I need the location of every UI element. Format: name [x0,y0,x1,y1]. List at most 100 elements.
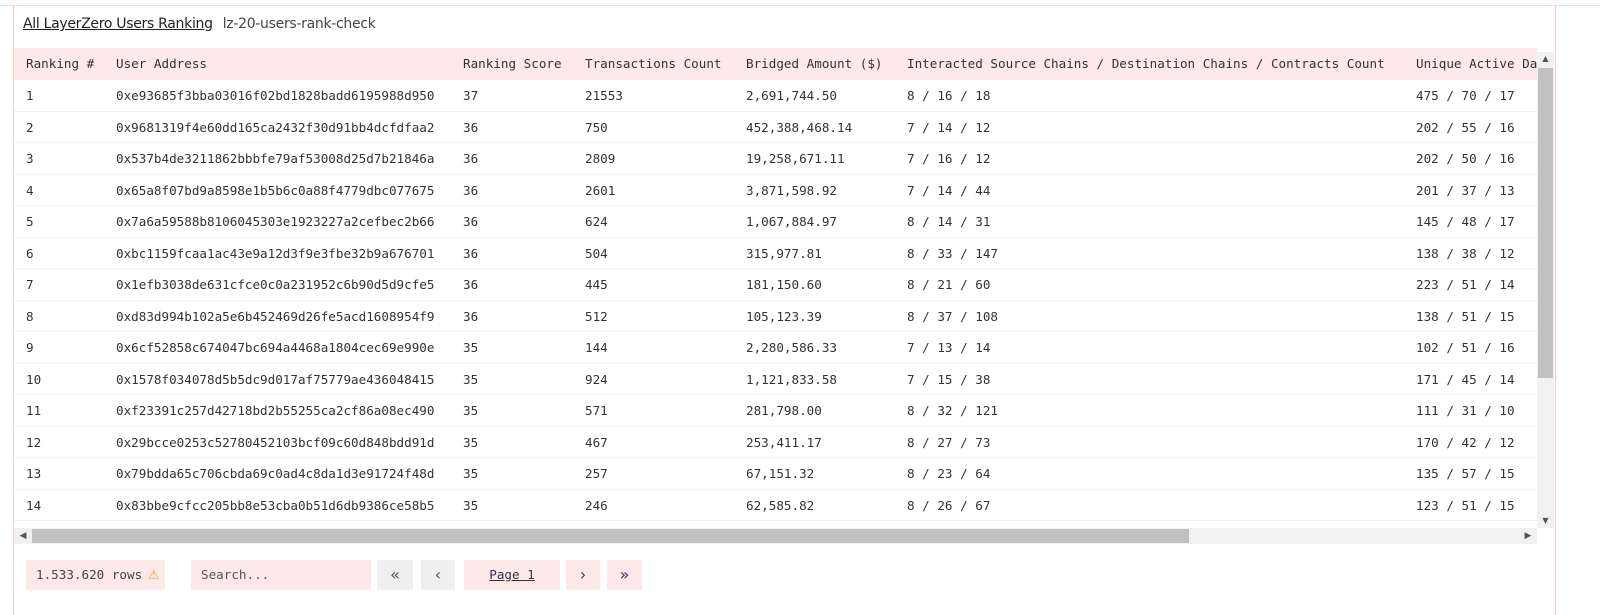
cell-bridged-amount: 181,150.60 [746,277,822,292]
cell-bridged-amount: 315,977.81 [746,245,822,261]
cell-ranking: 11 [26,403,42,418]
cell-transactions-count: 2601 [585,182,616,198]
column-header-interacted-chains[interactable]: Interacted Source Chains / Destination C… [907,48,1385,79]
cell-ranking-score: 36 [463,214,479,229]
table-header-row: Ranking # User Address Ranking Score Transa… [14,48,1537,80]
cell-ranking: 9 [26,340,34,355]
cell-transactions-count: 504 [585,245,608,261]
cell-bridged-amount: 1,067,884.97 [746,214,837,229]
cell-ranking-score: 35 [463,340,479,355]
cell-user-address: 0x6cf52858c674047bc694a4468a1804cec69e99… [116,340,435,355]
cell-ranking: 12 [26,434,42,450]
cell-bridged-amount: 2,280,586.33 [746,340,837,355]
table-row-partial [14,521,1537,528]
table-row: 12 0x29bcce0253c52780452103bcf09c60d848bd… [14,427,1537,458]
cell-user-address: 0xe93685f3bba03016f02bd1828badd6195988d9… [116,88,435,103]
cell-interacted-chains: 7 / 14 / 12 [907,119,991,135]
cell-interacted-chains: 8 / 27 / 73 [907,434,991,450]
cell-ranking-score: 36 [463,119,479,135]
column-header-bridged-amount[interactable]: Bridged Amount ($) [746,48,882,79]
cell-unique-active-days: 202 / 50 / 16 [1416,151,1515,166]
cell-transactions-count: 246 [585,497,608,513]
vertical-scroll-thumb[interactable] [1538,68,1553,378]
column-header-unique-active-days[interactable]: Unique Active Da [1416,48,1537,79]
cell-user-address: 0xd83d994b102a5e6b452469d26fe5acd1608954… [116,308,435,324]
cell-interacted-chains: 8 / 33 / 147 [907,245,998,261]
results-table: Ranking # User Address Ranking Score Transa… [14,48,1537,528]
cell-user-address: 0x7a6a59588b8106045303e1923227a2cefbec2b… [116,214,435,229]
scroll-left-icon[interactable]: ◀ [16,528,30,544]
panel-header: All LayerZero Users Ranking lz-20-users-… [23,16,376,32]
cell-ranking-score: 35 [463,497,479,513]
cell-interacted-chains: 8 / 16 / 18 [907,88,991,103]
next-page-button[interactable]: › [566,560,600,590]
cell-unique-active-days: 138 / 38 / 12 [1416,245,1515,261]
column-header-user-address[interactable]: User Address [116,48,207,79]
cell-ranking-score: 35 [463,371,479,387]
cell-bridged-amount: 253,411.17 [746,434,822,450]
cell-unique-active-days: 145 / 48 / 17 [1416,214,1515,229]
cell-ranking: 14 [26,497,42,513]
column-header-ranking-score[interactable]: Ranking Score [463,48,562,79]
table-row: 10 0x1578f034078d5b5dc9d017af75779ae43604… [14,364,1537,395]
table-row: 1 0xe93685f3bba03016f02bd1828badd6195988d… [14,80,1537,112]
cell-unique-active-days: 171 / 45 / 14 [1416,371,1515,387]
cell-interacted-chains: 8 / 37 / 108 [907,308,998,324]
cell-interacted-chains: 8 / 21 / 60 [907,277,991,292]
scroll-up-icon[interactable]: ▲ [1537,52,1554,66]
cell-ranking: 4 [26,182,34,198]
cell-unique-active-days: 111 / 31 / 10 [1416,403,1515,418]
previous-page-button[interactable]: ‹ [421,560,455,590]
cell-bridged-amount: 105,123.39 [746,308,822,324]
cell-bridged-amount: 62,585.82 [746,497,815,513]
cell-user-address: 0x537b4de3211862bbbfe79af53008d25d7b2184… [116,151,435,166]
row-count-badge: 1.533.620 rows ⚠ [26,560,165,590]
first-page-button[interactable]: « [377,560,413,590]
cell-unique-active-days: 123 / 51 / 15 [1416,497,1515,513]
cell-user-address: 0x9681319f4e60dd165ca2432f30d91bb4dcfdfa… [116,119,435,135]
table-row: 7 0x1efb3038de631cfce0c0a231952c6b90d5d9c… [14,269,1537,301]
cell-transactions-count: 445 [585,277,608,292]
cell-unique-active-days: 170 / 42 / 12 [1416,434,1515,450]
cell-unique-active-days: 102 / 51 / 16 [1416,340,1515,355]
cell-interacted-chains: 8 / 32 / 121 [907,403,998,418]
query-title-link[interactable]: All LayerZero Users Ranking [23,16,213,32]
cell-unique-active-days: 202 / 55 / 16 [1416,119,1515,135]
cell-unique-active-days: 138 / 51 / 15 [1416,308,1515,324]
cell-transactions-count: 144 [585,340,608,355]
cell-transactions-count: 2809 [585,151,616,166]
cell-bridged-amount: 452,388,468.14 [746,119,853,135]
horizontal-scrollbar[interactable]: ◀ ▶ [14,528,1537,544]
scroll-down-icon[interactable]: ▼ [1537,514,1554,528]
cell-bridged-amount: 281,798.00 [746,403,822,418]
page-indicator[interactable]: Page 1 [464,560,560,590]
cell-ranking: 3 [26,151,34,166]
cell-transactions-count: 467 [585,434,608,450]
table-row: 14 0x83bbe9cfcc205bb8e53cba0b51d6db9386ce… [14,490,1537,521]
vertical-scrollbar[interactable]: ▲ ▼ [1537,52,1554,528]
last-page-button[interactable]: » [607,560,642,590]
warning-icon: ⚠ [148,567,160,582]
cell-ranking: 8 [26,308,34,324]
cell-ranking: 6 [26,245,34,261]
cell-transactions-count: 924 [585,371,608,387]
cell-ranking-score: 35 [463,403,479,418]
cell-bridged-amount: 3,871,598.92 [746,182,837,198]
cell-transactions-count: 512 [585,308,608,324]
table-row: 9 0x6cf52858c674047bc694a4468a1804cec69e9… [14,332,1537,364]
cell-user-address: 0x83bbe9cfcc205bb8e53cba0b51d6db9386ce58… [116,497,435,513]
search-input[interactable] [191,560,371,590]
table-row: 2 0x9681319f4e60dd165ca2432f30d91bb4dcfdf… [14,112,1537,143]
scroll-right-icon[interactable]: ▶ [1521,528,1535,544]
cell-user-address: 0x79bdda65c706cbda69c0ad4c8da1d3e91724f4… [116,466,435,481]
cell-ranking: 5 [26,214,34,229]
column-header-transactions-count[interactable]: Transactions Count [585,48,721,79]
cell-transactions-count: 624 [585,214,608,229]
cell-bridged-amount: 2,691,744.50 [746,88,837,103]
cell-interacted-chains: 8 / 14 / 31 [907,214,991,229]
cell-user-address: 0x29bcce0253c52780452103bcf09c60d848bdd9… [116,434,435,450]
cell-user-address: 0x1578f034078d5b5dc9d017af75779ae4360484… [116,371,435,387]
column-header-ranking[interactable]: Ranking # [26,48,94,79]
cell-bridged-amount: 67,151.32 [746,466,815,481]
horizontal-scroll-thumb[interactable] [32,529,1189,543]
